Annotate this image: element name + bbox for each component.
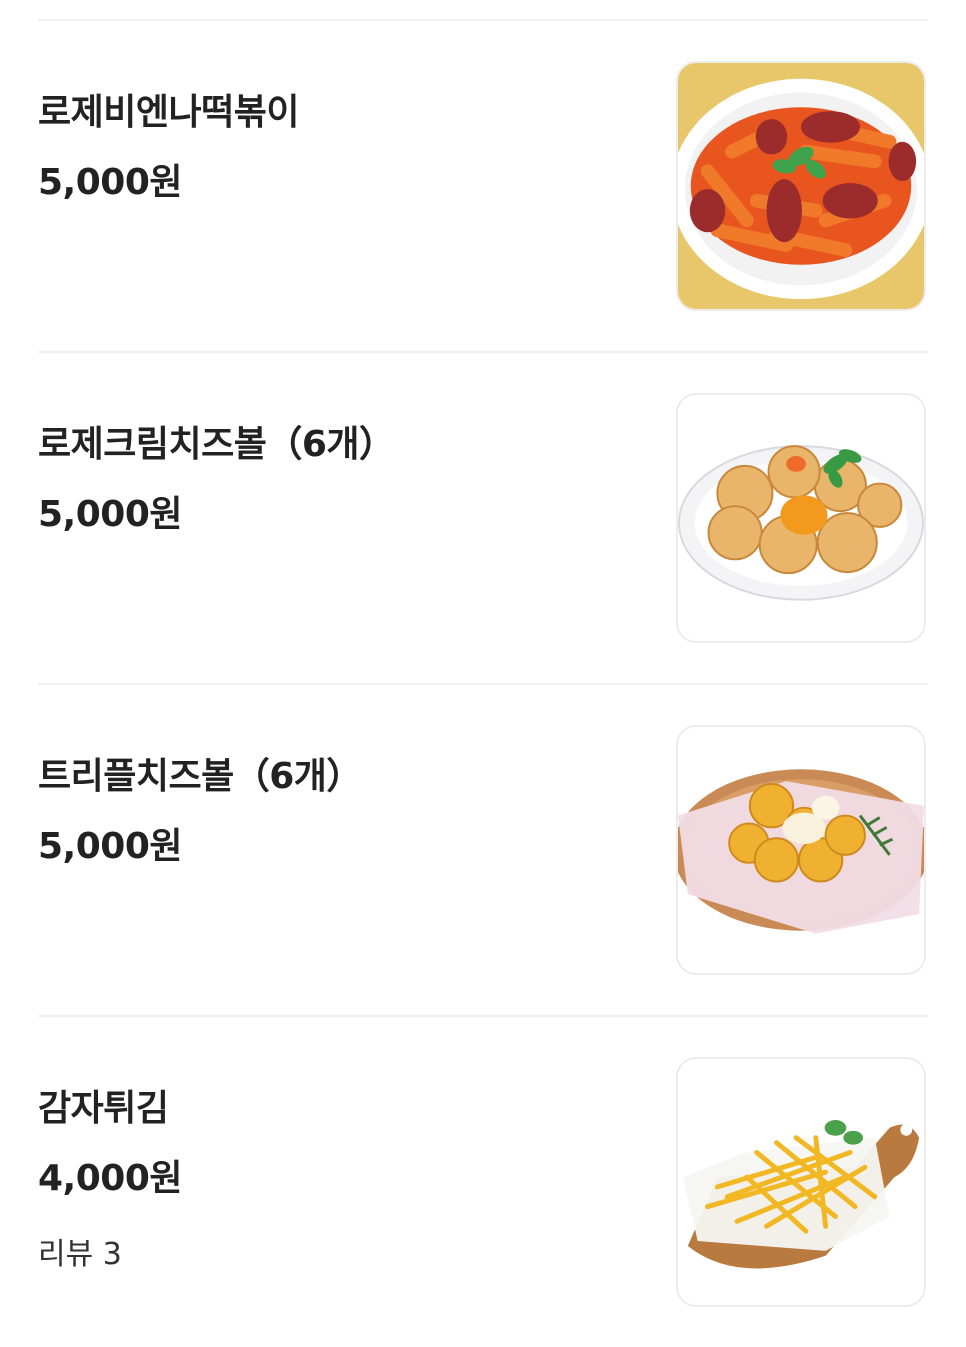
menu-item-name: 로제비엔나떡볶이 xyxy=(38,92,299,133)
menu-item-name: 감자튀김 xyxy=(38,1088,169,1129)
menu-item-photo xyxy=(676,393,926,643)
menu-item-price: 5,000원 xyxy=(38,162,183,203)
menu-item-rose-cream-cheese-ball[interactable]: 로제크림치즈볼（6개） 5,000원 xyxy=(0,353,966,683)
menu-item-name: 로제크림치즈볼（6개） xyxy=(38,424,395,465)
menu-item-photo xyxy=(676,725,926,975)
menu-item-triple-cheese-ball[interactable]: 트리플치즈볼（6개） 5,000원 xyxy=(0,685,966,1015)
menu-item-rose-vienna-tteokbokki[interactable]: 로제비엔나떡볶이 5,000원 xyxy=(0,21,966,351)
menu-item-price: 5,000원 xyxy=(38,826,183,867)
menu-item-price: 4,000원 xyxy=(38,1158,183,1199)
menu-item-name: 트리플치즈볼（6개） xyxy=(38,756,362,797)
menu-item-price: 5,000원 xyxy=(38,494,183,535)
review-count-link[interactable]: 리뷰 3 xyxy=(38,1229,122,1273)
menu-item-photo xyxy=(676,61,926,311)
menu-item-french-fries[interactable]: 감자튀김 4,000원 리뷰 3 xyxy=(0,1017,966,1347)
menu-item-photo xyxy=(676,1057,926,1307)
